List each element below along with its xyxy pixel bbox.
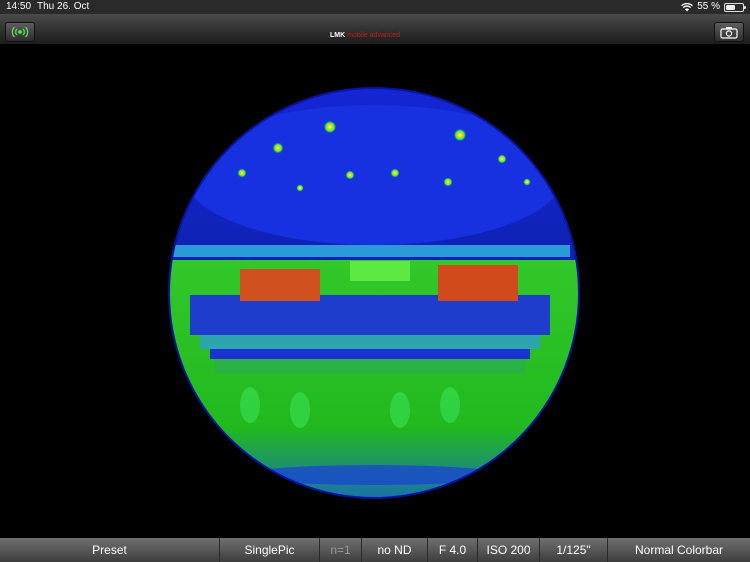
nd-filter-button[interactable]: no ND xyxy=(362,538,428,562)
app-logo: LMK mobile advanced xyxy=(330,32,400,40)
battery-fill xyxy=(726,4,735,10)
wifi-icon xyxy=(681,2,694,11)
aperture-button[interactable]: F 4.0 xyxy=(428,538,478,562)
preset-button[interactable]: Preset xyxy=(0,538,220,562)
battery-percent: 55 % xyxy=(697,1,720,12)
colorbar-button[interactable]: Normal Colorbar xyxy=(608,538,750,562)
top-toolbar: LMK mobile advanced xyxy=(0,14,750,45)
status-bar: 14:50 Thu 26. Oct 55 % xyxy=(0,0,750,14)
mode-button[interactable]: SinglePic xyxy=(220,538,320,562)
fisheye-falsecolor-image xyxy=(168,87,580,499)
status-time: 14:50 xyxy=(6,1,32,12)
status-right: 55 % xyxy=(681,0,746,14)
capture-button[interactable] xyxy=(714,22,744,42)
wireless-connect-button[interactable] xyxy=(5,22,35,42)
shutter-button[interactable]: 1/125" xyxy=(540,538,608,562)
logo-sub: mobile advanced xyxy=(347,32,401,39)
camera-icon xyxy=(720,26,738,39)
wireless-signal-icon xyxy=(11,26,29,38)
count-button[interactable]: n=1 xyxy=(320,538,362,562)
image-viewer[interactable] xyxy=(0,45,750,538)
capture-settings-bar: Preset SinglePic n=1 no ND F 4.0 ISO 200… xyxy=(0,538,750,562)
status-date: Thu 26. Oct xyxy=(37,1,90,12)
logo-main: LMK xyxy=(330,32,346,39)
iso-button[interactable]: ISO 200 xyxy=(478,538,540,562)
battery-icon xyxy=(724,2,746,12)
